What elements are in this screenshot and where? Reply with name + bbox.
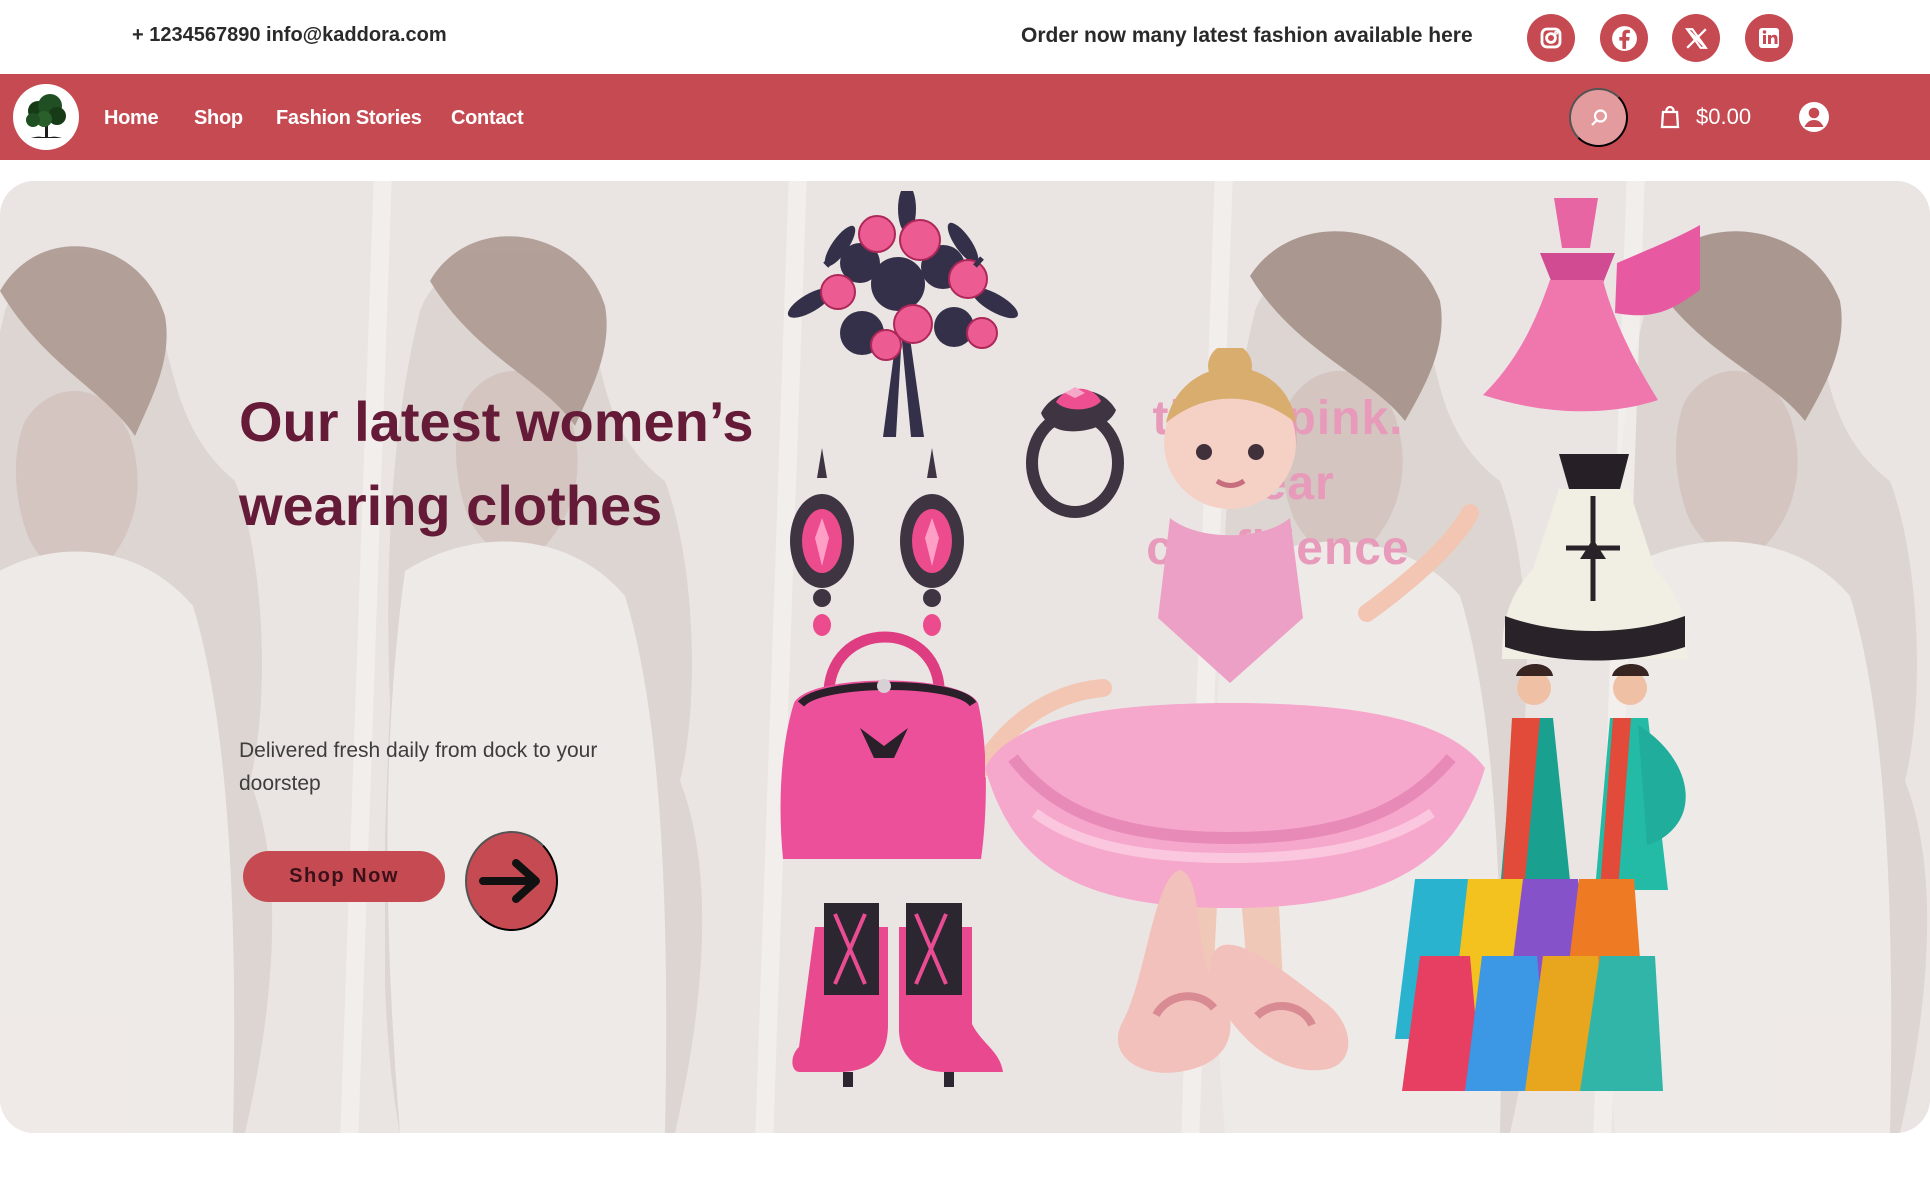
colorful-scarves-illustration — [1395, 879, 1663, 1091]
arrow-right-icon — [478, 859, 540, 903]
ballet-flats-illustration — [1118, 870, 1349, 1073]
search-button[interactable] — [1569, 88, 1628, 147]
linkedin-icon[interactable] — [1745, 14, 1793, 62]
white-black-dress-illustration — [1502, 454, 1687, 661]
shop-now-button[interactable]: Shop Now — [243, 851, 445, 902]
nav-contact[interactable]: Contact — [451, 107, 524, 130]
user-circle-icon — [1799, 102, 1829, 132]
nav-fashion-stories[interactable]: Fashion Stories — [276, 107, 422, 130]
hero-subtitle: Delivered fresh daily from dock to your … — [239, 739, 598, 795]
contact-details: + 1234567890 info@kaddora.com — [132, 24, 447, 46]
shopping-bag-icon — [1660, 105, 1680, 129]
account-button[interactable] — [1798, 101, 1830, 138]
pink-handbag-illustration — [780, 631, 986, 859]
pink-boots-illustration — [792, 903, 1003, 1087]
promo-tagline: Order now many latest fashion available … — [1021, 24, 1473, 47]
brand-tree-logo[interactable] — [13, 84, 79, 150]
x-twitter-icon[interactable] — [1672, 14, 1720, 62]
cart-total: $0.00 — [1696, 104, 1752, 129]
saree-women-illustration — [1500, 664, 1686, 890]
facebook-icon[interactable] — [1600, 14, 1648, 62]
cart-link[interactable]: $0.00 — [1658, 104, 1751, 130]
main-navigation: Home Shop Fashion Stories Contact $0.00 — [0, 74, 1930, 160]
nav-shop[interactable]: Shop — [194, 107, 243, 130]
instagram-icon[interactable] — [1527, 14, 1575, 62]
pink-gown-illustration — [1483, 198, 1700, 412]
arrow-button[interactable] — [465, 831, 558, 931]
hero-banner: Our latest women’s wearing clothes Deliv… — [0, 181, 1930, 1133]
top-contact-bar: + 1234567890 info@kaddora.com Order now … — [0, 0, 1930, 74]
hero-heading: Our latest women’s wearing clothes — [239, 390, 754, 537]
nav-home[interactable]: Home — [104, 107, 159, 130]
